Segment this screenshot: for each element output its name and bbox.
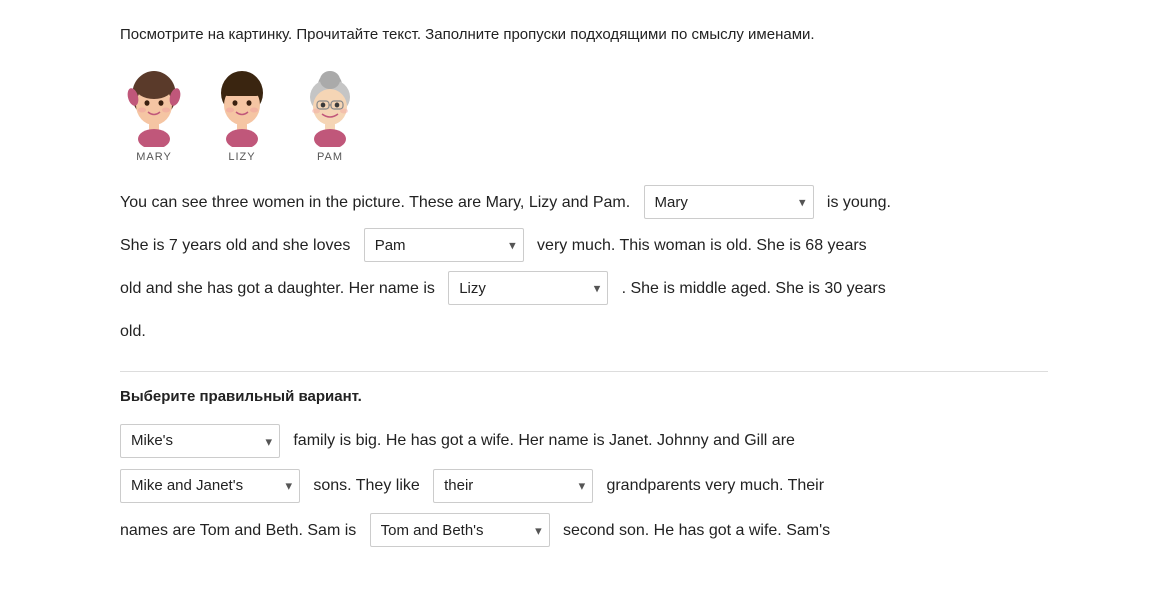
dropdown-mikeandjane[interactable]: Mike and Janet's Tom and Beth's Johnny a… (120, 469, 300, 503)
dropdown-tombeth[interactable]: Tom and Beth's Mike and Janet's Johnny a… (370, 513, 550, 547)
avatar-mary (120, 67, 188, 147)
character-pam: PAM (296, 67, 364, 163)
dropdown-6-container[interactable]: their his her (433, 464, 593, 509)
text-p1: You can see three women in the picture. … (120, 194, 630, 211)
dropdown-their[interactable]: their his her (433, 469, 593, 503)
dropdown-7-container[interactable]: Tom and Beth's Mike and Janet's Johnny a… (370, 509, 550, 554)
dropdown-1-container[interactable]: Mary Lizy Pam (644, 181, 814, 224)
text-p2: is young. (827, 194, 891, 211)
dropdown-2-container[interactable]: Mary Pam Lizy (364, 224, 524, 267)
character-name-mary: MARY (136, 151, 172, 163)
section2-title: Выберите правильный вариант. (120, 388, 1048, 405)
avatar-pam (296, 67, 364, 147)
avatar-lizy (208, 67, 276, 147)
text-p3: She is 7 years old and she loves (120, 237, 350, 254)
text-p7: old. (120, 323, 146, 340)
fill2-p4: names are Tom and Beth. Sam is (120, 522, 356, 539)
character-name-lizy: LIZY (228, 151, 255, 163)
dropdown-3-container[interactable]: Mary Lizy Pam (448, 267, 608, 310)
fill2-p1: family is big. He has got a wife. Her na… (293, 432, 795, 449)
fill2-p2: sons. They like (313, 477, 419, 494)
text-p4: very much. This woman is old. She is 68 … (537, 237, 867, 254)
instruction-text: Посмотрите на картинку. Прочитайте текст… (120, 24, 1048, 47)
dropdown-name-1[interactable]: Mary Lizy Pam (644, 185, 814, 219)
fill2-p3: grandparents very much. Their (606, 477, 824, 494)
character-lizy: LIZY (208, 67, 276, 163)
text-p5: old and she has got a daughter. Her name… (120, 280, 435, 297)
fill2-p5: second son. He has got a wife. Sam's (563, 522, 830, 539)
text-p6: . She is middle aged. She is 30 years (622, 280, 886, 297)
section-divider (120, 371, 1048, 372)
character-mary: MARY (120, 67, 188, 163)
text-block-1: You can see three women in the picture. … (120, 181, 1048, 354)
dropdown-name-3[interactable]: Mary Lizy Pam (448, 271, 608, 305)
character-name-pam: PAM (317, 151, 343, 163)
dropdown-5-container[interactable]: Mike and Janet's Tom and Beth's Johnny a… (120, 464, 300, 509)
dropdown-name-2[interactable]: Mary Pam Lizy (364, 228, 524, 262)
fill-block-2: Mike's Janet's Tom's family is big. He h… (120, 419, 1048, 553)
characters-row: MARY (120, 67, 1048, 163)
dropdown-4-container[interactable]: Mike's Janet's Tom's (120, 419, 280, 464)
dropdown-mikes[interactable]: Mike's Janet's Tom's (120, 424, 280, 458)
